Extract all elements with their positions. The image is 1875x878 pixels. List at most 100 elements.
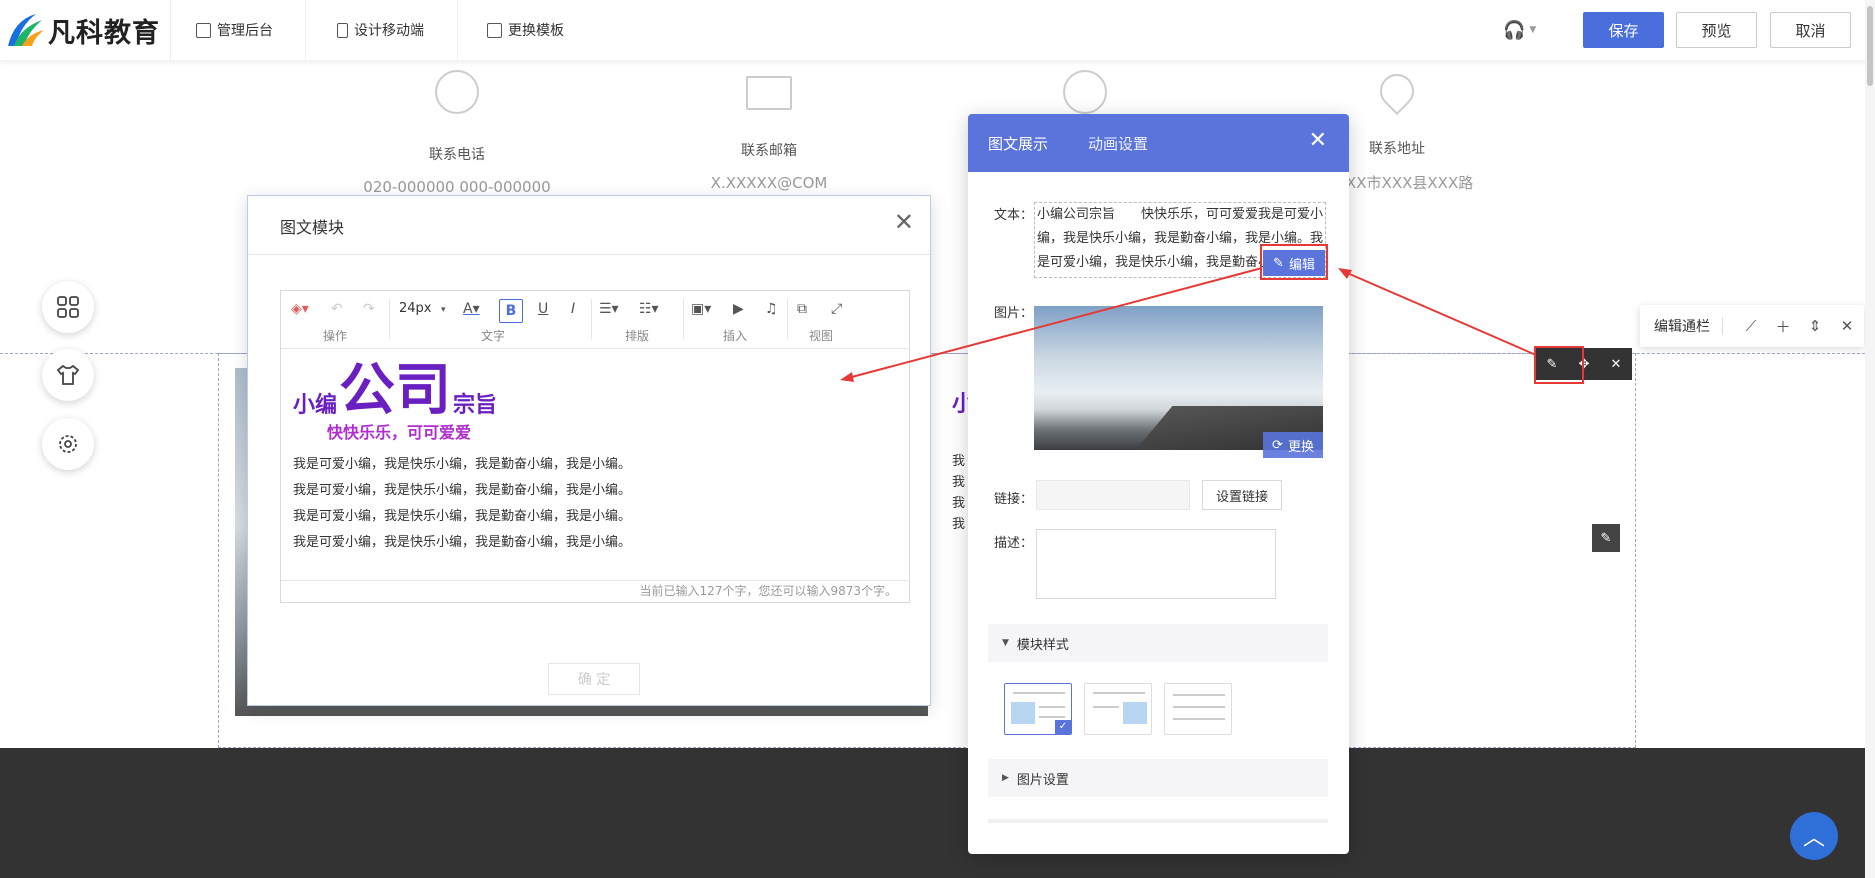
edit-bar: 编辑通栏 ⟋ ＋ ⇕ ✕ (1640, 305, 1864, 347)
font-color-icon[interactable]: A▾ (463, 301, 480, 317)
gear-icon (59, 435, 77, 453)
nav-mobile-design[interactable]: 设计移动端 (337, 0, 424, 60)
toolbar-group-label: 排版 (625, 329, 650, 343)
nav-admin[interactable]: 管理后台 (196, 0, 273, 60)
image-icon[interactable]: ▣▾ (691, 301, 711, 317)
dialog-title: 图文模块 (280, 218, 345, 237)
char-count: 当前已输入127个字，您还可以输入9873个字。 (281, 580, 909, 602)
section-text-line: 我 (952, 454, 966, 469)
line (1173, 718, 1225, 720)
phone-icon (435, 70, 479, 114)
section-text-line: 我 (952, 475, 966, 490)
eraser-icon[interactable]: ◈▾ (291, 301, 309, 317)
nav-label: 设计移动端 (354, 23, 424, 39)
toolbar-group-label: 文字 (481, 329, 506, 343)
set-link-button[interactable]: 设置链接 (1202, 480, 1282, 510)
divider (1722, 317, 1723, 335)
style-option-1[interactable]: ✓ (1004, 683, 1072, 735)
save-button[interactable]: 保存 (1583, 12, 1664, 48)
link-input[interactable] (1036, 480, 1190, 510)
style-option-3[interactable] (1164, 683, 1232, 735)
section-text-line: 我 (952, 496, 966, 511)
phone-icon (337, 22, 348, 38)
template-icon (487, 22, 502, 38)
fullscreen-icon[interactable]: ⤢ (831, 301, 842, 317)
source-icon[interactable]: ⧉ (797, 301, 807, 317)
image-label: 图片： (994, 306, 1034, 321)
confirm-button[interactable]: 确 定 (548, 663, 640, 695)
contact-email: 联系邮箱 X.XXXXX@COM (659, 70, 879, 192)
align-icon[interactable]: ☰▾ (599, 301, 619, 317)
line (1039, 716, 1065, 718)
magic-icon[interactable]: ⟋ (1735, 317, 1767, 335)
location-icon (1372, 66, 1422, 116)
tab-animation[interactable]: 动画设置 (1088, 133, 1148, 154)
italic-icon[interactable]: I (571, 301, 575, 317)
pic (1011, 702, 1035, 724)
replace-image-button[interactable]: ⟳ 更换 (1263, 432, 1323, 458)
list-icon[interactable]: ☷▾ (639, 301, 659, 317)
edit-bar-label: 编辑通栏 (1654, 319, 1710, 335)
toolbar-group-label: 插入 (723, 329, 748, 343)
heading-part: 小编 (293, 393, 338, 418)
heading-part: 公司 (339, 358, 452, 423)
nav-label: 管理后台 (217, 23, 273, 39)
pic (1123, 702, 1147, 724)
redo-icon[interactable]: ↷ (363, 301, 375, 317)
settings-button[interactable] (42, 418, 94, 470)
cancel-button[interactable]: 取消 (1770, 12, 1851, 48)
highlight-box-edit (1260, 244, 1328, 280)
preview-button[interactable]: 预览 (1676, 12, 1757, 48)
line (1039, 706, 1065, 708)
content-subheading: 快快乐乐，可可爱爱 (327, 423, 472, 442)
music-icon[interactable]: ♫ (765, 301, 778, 317)
tab-image-text[interactable]: 图文展示 (988, 133, 1048, 154)
replace-label: 更换 (1287, 439, 1314, 455)
nav-change-template[interactable]: 更换模板 (487, 0, 564, 60)
description-input[interactable] (1036, 529, 1276, 599)
logo[interactable]: 凡科教育 (6, 8, 160, 52)
support-button[interactable]: 🎧 ▼ (1503, 18, 1543, 42)
description-label: 描述： (994, 536, 1034, 551)
arrow-line (1344, 271, 1537, 356)
footer (0, 748, 1865, 878)
content-line: 我是可爱小编，我是快乐小编，我是勤奋小编，我是小编。 (293, 457, 632, 472)
undo-icon[interactable]: ↶ (331, 301, 343, 317)
module-style-section[interactable]: ▼ 模块样式 (988, 624, 1328, 662)
contact-value: X.XXXXX@COM (710, 174, 828, 192)
close-icon[interactable]: ✕ (894, 208, 914, 236)
close-icon[interactable]: ✕ (1831, 317, 1863, 335)
theme-button[interactable] (42, 349, 94, 401)
pen-icon[interactable]: ✎ (1592, 524, 1620, 552)
modules-button[interactable] (42, 281, 94, 333)
close-icon[interactable]: ✕ (1309, 128, 1327, 153)
video-icon[interactable]: ▶ (733, 301, 744, 317)
chevron-down-icon[interactable]: ▾ (441, 305, 446, 315)
divider (389, 299, 390, 339)
image-text-dialog: 图文模块 ✕ ◈▾ ↶ ↷ 24px ▾ A▾ B U I ☰▾ ☷▾ ▣▾ ▶… (247, 195, 931, 706)
image-preview[interactable] (1034, 306, 1323, 450)
shirt-icon (56, 364, 80, 385)
line (1013, 692, 1065, 694)
scrollbar-thumb[interactable] (1867, 6, 1873, 86)
font-size-select[interactable]: 24px (399, 301, 432, 316)
sort-icon[interactable]: ⇕ (1799, 317, 1831, 335)
scrollbar[interactable] (1865, 0, 1875, 878)
underline-icon[interactable]: U (538, 301, 548, 317)
highlight-box-pen (1534, 346, 1584, 384)
style-option-2[interactable] (1084, 683, 1152, 735)
divider (988, 819, 1328, 823)
chevron-up-icon: ︿ (1802, 826, 1825, 851)
divider (591, 299, 592, 339)
contact-value: 020-000000 000-000000 (363, 178, 551, 196)
close-icon[interactable]: ✕ (1600, 357, 1632, 372)
rich-text-editor: ◈▾ ↶ ↷ 24px ▾ A▾ B U I ☰▾ ☷▾ ▣▾ ▶ ♫ ⧉ ⤢ … (280, 290, 910, 603)
bold-button[interactable]: B (499, 299, 523, 323)
back-to-top-button[interactable]: ︿ (1790, 812, 1838, 860)
image-settings-section[interactable]: ▶ 图片设置 (988, 759, 1328, 797)
editor-content[interactable]: 小编 公司 宗旨 快快乐乐，可可爱爱 我是可爱小编，我是快乐小编，我是勤奋小编，… (293, 353, 893, 551)
content-line: 我是可爱小编，我是快乐小编，我是勤奋小编，我是小编。 (293, 483, 632, 498)
add-icon[interactable]: ＋ (1767, 316, 1799, 337)
qq-icon (1063, 70, 1107, 114)
divider (683, 299, 684, 339)
